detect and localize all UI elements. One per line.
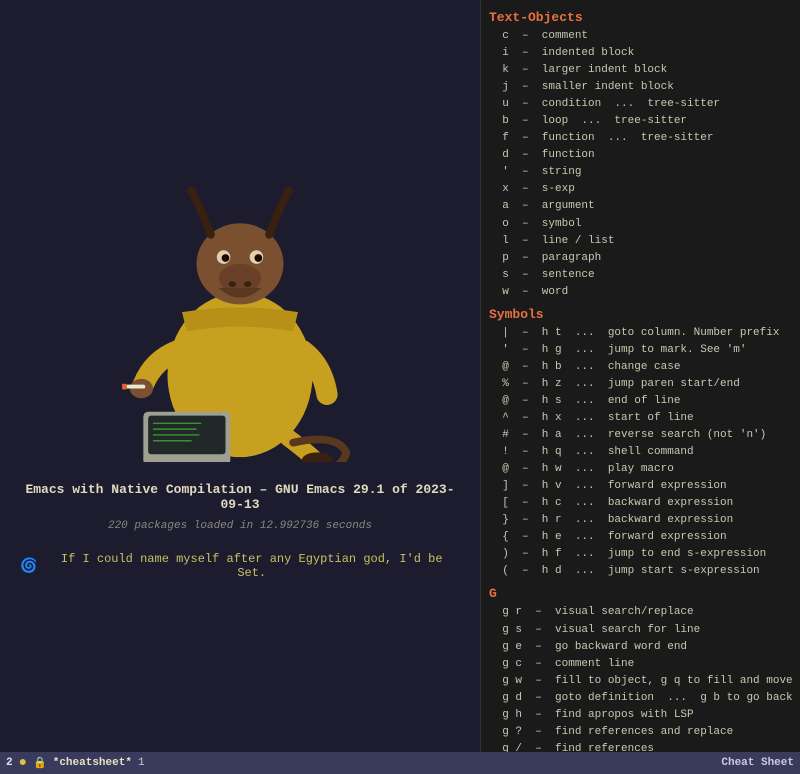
key-item: x – s-exp bbox=[489, 181, 792, 198]
emacs-title: Emacs with Native Compilation – GNU Emac… bbox=[20, 482, 460, 512]
key-item: g / – find references bbox=[489, 741, 792, 752]
key-item: s – sentence bbox=[489, 267, 792, 284]
key-item: g r – visual search/replace bbox=[489, 604, 792, 621]
key-item: ' – string bbox=[489, 164, 792, 181]
section-title-text-objects: Text-Objects bbox=[489, 10, 792, 25]
key-item: | – h t ... goto column. Number prefix bbox=[489, 325, 792, 342]
status-num: 2 bbox=[6, 757, 13, 769]
key-item: @ – h s ... end of line bbox=[489, 393, 792, 410]
key-item: ^ – h x ... start of line bbox=[489, 410, 792, 427]
key-item: ( – h d ... jump start s-expression bbox=[489, 563, 792, 580]
key-item: f – function ... tree-sitter bbox=[489, 130, 792, 147]
key-item: } – h r ... backward expression bbox=[489, 512, 792, 529]
right-panel[interactable]: Text-Objects c – comment i – indented bl… bbox=[480, 0, 800, 752]
key-item: ) – h f ... jump to end s-expression bbox=[489, 546, 792, 563]
gnu-mascot bbox=[110, 172, 370, 462]
status-dot: ● bbox=[19, 755, 27, 771]
key-item: o – symbol bbox=[489, 216, 792, 233]
key-item: l – line / list bbox=[489, 233, 792, 250]
key-item: { – h e ... forward expression bbox=[489, 529, 792, 546]
key-item: @ – h b ... change case bbox=[489, 359, 792, 376]
key-item: c – comment bbox=[489, 28, 792, 45]
key-item: % – h z ... jump paren start/end bbox=[489, 376, 792, 393]
key-item: d – function bbox=[489, 147, 792, 164]
fortune-icon: 🌀 bbox=[20, 558, 37, 575]
key-item: g h – find apropos with LSP bbox=[489, 707, 792, 724]
key-item: p – paragraph bbox=[489, 250, 792, 267]
status-bar: 2 ● 🔒 *cheatsheet* 1 Cheat Sheet bbox=[0, 752, 800, 774]
fortune-text: If I could name myself after any Egyptia… bbox=[43, 552, 460, 580]
key-item: # – h a ... reverse search (not 'n') bbox=[489, 427, 792, 444]
key-item: k – larger indent block bbox=[489, 62, 792, 79]
key-item: g ? – find references and replace bbox=[489, 724, 792, 741]
key-item: @ – h w ... play macro bbox=[489, 461, 792, 478]
key-item: a – argument bbox=[489, 198, 792, 215]
key-item: u – condition ... tree-sitter bbox=[489, 96, 792, 113]
key-item: ] – h v ... forward expression bbox=[489, 478, 792, 495]
key-item: g d – goto definition ... g b to go back bbox=[489, 690, 792, 707]
status-filename: *cheatsheet* bbox=[53, 757, 132, 769]
key-item: g e – go backward word end bbox=[489, 639, 792, 656]
key-item: w – word bbox=[489, 284, 792, 301]
status-tab-num: 1 bbox=[138, 757, 145, 769]
packages-info: 220 packages loaded in 12.992736 seconds bbox=[108, 520, 372, 532]
key-item: [ – h c ... backward expression bbox=[489, 495, 792, 512]
section-title-symbols: Symbols bbox=[489, 307, 792, 322]
key-item: j – smaller indent block bbox=[489, 79, 792, 96]
key-item: ' – h g ... jump to mark. See 'm' bbox=[489, 342, 792, 359]
key-item: ! – h q ... shell command bbox=[489, 444, 792, 461]
fortune-line: 🌀 If I could name myself after any Egypt… bbox=[20, 552, 460, 580]
status-lock-icon: 🔒 bbox=[33, 756, 47, 770]
key-item: g c – comment line bbox=[489, 656, 792, 673]
app-window: Emacs with Native Compilation – GNU Emac… bbox=[0, 0, 800, 774]
key-item: b – loop ... tree-sitter bbox=[489, 113, 792, 130]
key-item: g w – fill to object, g q to fill and mo… bbox=[489, 673, 792, 690]
left-panel: Emacs with Native Compilation – GNU Emac… bbox=[0, 0, 480, 752]
section-title-g: G bbox=[489, 586, 792, 601]
key-item: g s – visual search for line bbox=[489, 622, 792, 639]
key-item: i – indented block bbox=[489, 45, 792, 62]
status-right-label: Cheat Sheet bbox=[721, 757, 794, 769]
